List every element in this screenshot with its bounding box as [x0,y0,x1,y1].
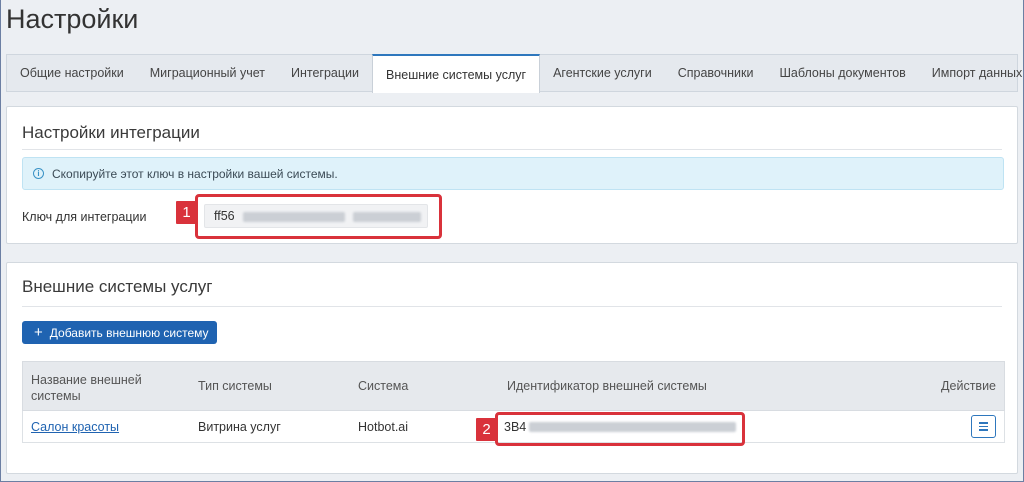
column-header-action: Действие [941,379,996,393]
table-header: Название внешней системы Тип системы Сис… [22,361,1005,411]
tab-integrations[interactable]: Интеграции [278,55,372,91]
add-external-system-label: Добавить внешнюю систему [49,325,209,340]
row-actions-menu-button[interactable] [971,415,996,438]
info-alert-text: Скопируйте этот ключ в настройки вашей с… [52,166,338,181]
tab-directories[interactable]: Справочники [665,55,767,91]
external-systems-panel: Внешние системы услуг + Добавить внешнюю… [6,262,1018,474]
tab-external-systems[interactable]: Внешние системы услуг [372,54,541,93]
integration-settings-title: Настройки интеграции [22,123,200,142]
column-header-system: Система [358,379,409,393]
add-external-system-button[interactable]: + Добавить внешнюю систему [22,321,217,344]
divider [22,149,1002,150]
annotation-badge-2: 2 [476,418,497,441]
column-header-identifier: Идентификатор внешней системы [507,379,707,393]
annotation-highlight-1 [195,194,442,239]
info-alert: i Скопируйте этот ключ в настройки вашей… [22,157,1004,190]
system-type-cell: Витрина услуг [198,420,281,434]
menu-icon-line [979,429,988,431]
integration-key-label: Ключ для интеграции [22,210,147,224]
tab-document-templates[interactable]: Шаблоны документов [766,55,918,91]
annotation-badge-1: 1 [176,201,197,224]
tab-general[interactable]: Общие настройки [7,55,137,91]
plus-icon: + [34,324,43,341]
info-icon: i [33,168,44,179]
external-systems-title: Внешние системы услуг [22,277,213,296]
tab-migration[interactable]: Миграционный учет [137,55,278,91]
menu-icon-line [979,422,988,424]
column-header-name: Название внешней системы [31,373,142,403]
page-title: Настройки [6,4,139,34]
divider [22,306,1002,307]
tab-data-import[interactable]: Импорт данных [919,55,1024,91]
system-cell: Hotbot.ai [358,420,409,434]
integration-settings-panel: Настройки интеграции i Скопируйте этот к… [6,106,1018,244]
external-system-name-link[interactable]: Салон красоты [31,420,119,434]
column-header-type: Тип системы [198,379,272,393]
menu-icon-line [979,425,988,428]
annotation-highlight-2 [495,412,745,446]
settings-tabs: Общие настройки Миграционный учет Интегр… [6,54,1022,93]
tab-agent-services[interactable]: Агентские услуги [540,55,665,91]
